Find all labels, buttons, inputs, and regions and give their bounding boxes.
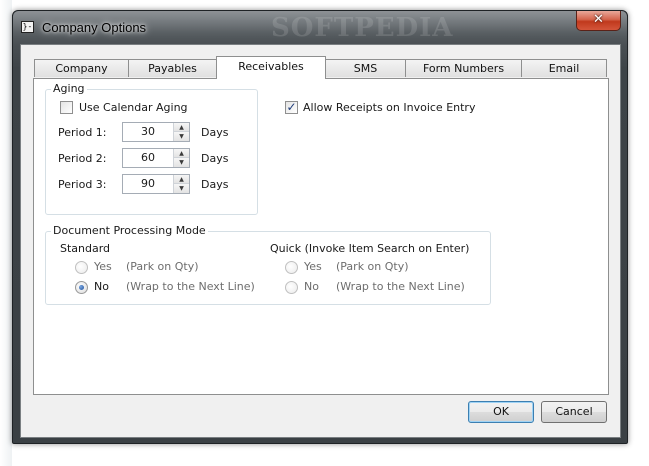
period-3-spin-arrows[interactable]: ▲ ▼ <box>173 175 189 193</box>
allow-receipts-label[interactable]: Allow Receipts on Invoice Entry <box>303 101 475 114</box>
document-processing-group-label: Document Processing Mode <box>51 224 208 237</box>
standard-heading: Standard <box>60 242 111 255</box>
period-2-spinbox[interactable]: 60 ▲ ▼ <box>122 148 190 168</box>
quick-yes-radio[interactable] <box>285 261 298 274</box>
dialog-client-area: Company Payables Receivables SMS Form Nu… <box>20 44 621 438</box>
checkmark-icon: ✓ <box>286 100 297 114</box>
watermark: SOFTPEDIA <box>271 13 454 43</box>
window-title: Company Options <box>42 20 147 35</box>
quick-yes-hint: (Park on Qty) <box>336 260 409 273</box>
period-1-label: Period 1: <box>58 126 107 139</box>
period-3-label: Period 3: <box>58 178 107 191</box>
background-strip <box>0 0 12 466</box>
period-2-value[interactable]: 60 <box>123 149 173 167</box>
tab-payables[interactable]: Payables <box>128 59 217 77</box>
spin-up-icon[interactable]: ▲ <box>174 123 189 132</box>
period-3-unit: Days <box>201 178 229 191</box>
tab-receivables[interactable]: Receivables <box>216 56 326 79</box>
spin-up-icon[interactable]: ▲ <box>174 149 189 158</box>
period-2-unit: Days <box>201 152 229 165</box>
use-calendar-aging-checkbox[interactable] <box>60 101 73 114</box>
period-2-spin-arrows[interactable]: ▲ ▼ <box>173 149 189 167</box>
allow-receipts-checkbox[interactable]: ✓ <box>285 100 298 114</box>
period-1-spin-arrows[interactable]: ▲ ▼ <box>173 123 189 141</box>
cancel-button[interactable]: Cancel <box>541 401 607 423</box>
quick-no-hint: (Wrap to the Next Line) <box>336 280 465 293</box>
standard-no-label[interactable]: No <box>94 280 109 293</box>
standard-no-radio[interactable] <box>75 281 88 294</box>
radio-selected-dot <box>79 285 84 290</box>
period-1-value[interactable]: 30 <box>123 123 173 141</box>
close-button[interactable]: ✕ <box>576 11 621 31</box>
tab-company[interactable]: Company <box>34 59 129 77</box>
spin-down-icon[interactable]: ▼ <box>174 184 189 193</box>
quick-no-radio[interactable] <box>285 281 298 294</box>
ok-button[interactable]: OK <box>468 401 534 423</box>
dialog-window: }- Company Options SOFTPEDIA ✕ Company P… <box>12 10 628 444</box>
spin-up-icon[interactable]: ▲ <box>174 175 189 184</box>
period-1-unit: Days <box>201 126 229 139</box>
period-2-label: Period 2: <box>58 152 107 165</box>
quick-heading: Quick (Invoke Item Search on Enter) <box>270 242 470 255</box>
standard-yes-label[interactable]: Yes <box>94 260 112 273</box>
standard-yes-hint: (Park on Qty) <box>126 260 199 273</box>
spin-down-icon[interactable]: ▼ <box>174 158 189 167</box>
quick-yes-label[interactable]: Yes <box>304 260 322 273</box>
app-icon[interactable]: }- <box>21 21 34 33</box>
tab-sms[interactable]: SMS <box>325 59 406 77</box>
standard-no-hint: (Wrap to the Next Line) <box>126 280 255 293</box>
receivables-panel: Aging Use Calendar Aging Period 1: 30 ▲ … <box>33 78 609 395</box>
period-3-spinbox[interactable]: 90 ▲ ▼ <box>122 174 190 194</box>
standard-yes-radio[interactable] <box>75 261 88 274</box>
tab-email[interactable]: Email <box>521 59 607 77</box>
period-1-spinbox[interactable]: 30 ▲ ▼ <box>122 122 190 142</box>
tab-form-numbers[interactable]: Form Numbers <box>405 59 522 77</box>
period-3-value[interactable]: 90 <box>123 175 173 193</box>
quick-no-label[interactable]: No <box>304 280 319 293</box>
use-calendar-aging-label[interactable]: Use Calendar Aging <box>79 101 188 114</box>
spin-down-icon[interactable]: ▼ <box>174 132 189 141</box>
aging-group-label: Aging <box>51 82 87 95</box>
